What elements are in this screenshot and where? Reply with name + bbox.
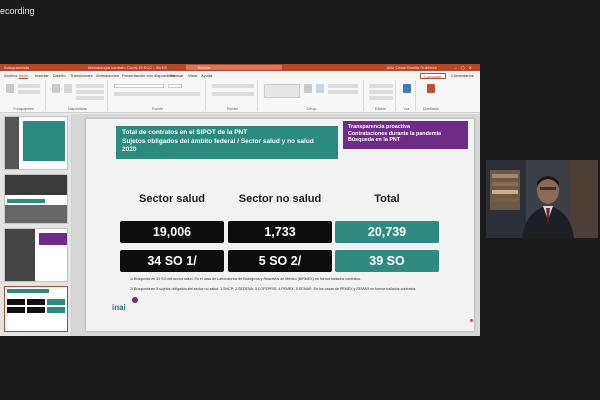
recording-label: ecording — [0, 6, 35, 16]
tab-insertar[interactable]: Insertar — [35, 73, 49, 78]
group-label: Diseñador — [423, 107, 439, 111]
tab-vista[interactable]: Vista — [188, 73, 197, 78]
select-button[interactable] — [369, 96, 393, 100]
group-label: Diapositivas — [68, 107, 87, 111]
slide-thumbnails[interactable] — [0, 114, 72, 336]
webcam-video[interactable] — [486, 160, 598, 238]
count-cell: 34 SO 1/ — [120, 250, 224, 272]
footnote-1: 1/ Búsqueda en 34 SO del sector salud. E… — [130, 277, 362, 281]
user-name[interactable]: Julio César Bonilla Gutiérrez — [386, 65, 437, 70]
laser-pointer-icon — [470, 319, 473, 322]
inai-logo: inai — [108, 297, 144, 317]
dictate-icon[interactable] — [403, 84, 411, 93]
meeting-screen: ecording Autoguardado Metodología contra… — [0, 0, 600, 400]
tab-transiciones[interactable]: Transiciones — [70, 73, 93, 78]
recording-indicator: ecording — [0, 4, 35, 18]
reuse-slides-icon[interactable] — [64, 84, 72, 93]
quick-styles-icon[interactable] — [316, 84, 324, 93]
window-controls[interactable]: –▢✕ — [455, 65, 476, 70]
value-cell: 19,006 — [120, 221, 224, 243]
group-fuente: Fuente — [110, 80, 206, 111]
group-disenador: Diseñador — [418, 80, 444, 111]
replace-button[interactable] — [369, 90, 393, 94]
group-edicion: Edición — [366, 80, 396, 111]
arrange-icon[interactable] — [304, 84, 312, 93]
slide-title-line3: 2020 — [122, 146, 137, 153]
group-parrafo: Párrafo — [208, 80, 258, 111]
group-label: Párrafo — [226, 107, 239, 111]
designer-icon[interactable] — [427, 84, 435, 93]
group-label: Dibujo — [306, 107, 317, 111]
font-size-select[interactable] — [168, 84, 182, 88]
slide-thumbnail[interactable] — [4, 174, 68, 224]
copy-button[interactable] — [18, 90, 40, 94]
reset-button[interactable] — [76, 90, 104, 94]
side-line3: Búsqueda en la PNT — [348, 137, 401, 143]
slide-title-box: Total de contratos en el SIPOT de la PNT… — [116, 126, 338, 159]
autosave-label[interactable]: Autoguardado — [4, 65, 29, 70]
align-buttons[interactable] — [212, 92, 254, 96]
search-input[interactable]: Buscar — [186, 65, 282, 70]
title-bar: Autoguardado Metodología contrato Covid-… — [0, 64, 480, 71]
shapes-gallery[interactable] — [264, 84, 300, 98]
group-label: Voz — [403, 107, 410, 111]
group-label: Fuente — [152, 107, 163, 111]
value-cell: 20,739 — [335, 221, 439, 243]
count-cell: 5 SO 2/ — [228, 250, 332, 272]
tab-revisar[interactable]: Revisar — [170, 73, 184, 78]
column-header-sector-salud: Sector salud — [138, 193, 206, 205]
tab-presentacion[interactable]: Presentación con diapositivas — [122, 73, 175, 78]
webcam-person-image — [486, 160, 598, 238]
group-dibujo: Dibujo — [260, 80, 364, 111]
tab-ayuda[interactable]: Ayuda — [201, 73, 212, 78]
shape-outline-button[interactable] — [328, 90, 358, 94]
group-portapapeles: Portapapeles — [2, 80, 46, 111]
tab-animaciones[interactable]: Animaciones — [96, 73, 119, 78]
column-header-sector-no-salud: Sector no salud — [238, 193, 322, 205]
tab-diseno[interactable]: Diseño — [53, 73, 65, 78]
powerpoint-window: Autoguardado Metodología contrato Covid-… — [0, 64, 480, 336]
section-button[interactable] — [76, 96, 104, 100]
logo-mark-icon — [132, 297, 138, 303]
value-cell: 1,733 — [228, 221, 332, 243]
count-cell: 39 SO — [335, 250, 439, 272]
slide-title-line1: Total de contratos en el SIPOT de la PNT — [122, 129, 248, 136]
group-diapositivas: Diapositivas — [48, 80, 108, 111]
list-buttons[interactable] — [212, 84, 254, 88]
current-slide[interactable]: Total de contratos en el SIPOT de la PNT… — [86, 119, 474, 331]
slide-thumbnail-selected[interactable] — [4, 286, 68, 332]
find-button[interactable] — [369, 84, 393, 88]
column-header-total: Total — [374, 193, 400, 205]
footnote-2: 2/ Búsqueda en 5 sujetos obligados del s… — [130, 287, 417, 291]
ribbon-tabs: Archivo Inicio Insertar Diseño Transicio… — [0, 71, 480, 79]
group-label: Portapapeles — [13, 107, 34, 111]
group-label: Edición — [374, 107, 387, 111]
group-voz: Voz — [398, 80, 416, 111]
slide-title-line2: Sujetos obligados del ámbito federal / S… — [122, 137, 314, 145]
new-slide-icon[interactable] — [52, 84, 60, 93]
ribbon-toolbar: Portapapeles Diapositivas Fuente Párrafo — [0, 79, 480, 113]
document-title: Metodología contrato Covid-19 SCC - 30/1… — [88, 65, 167, 70]
side-info-box: Transparencia proactiva Contrataciones d… — [343, 121, 468, 149]
slide-thumbnail[interactable] — [4, 116, 68, 170]
logo-text: inai — [112, 303, 126, 312]
font-name-select[interactable] — [114, 84, 164, 88]
shape-fill-button[interactable] — [328, 84, 358, 88]
cut-button[interactable] — [18, 84, 40, 88]
paste-icon[interactable] — [6, 84, 14, 93]
slide-thumbnail[interactable] — [4, 228, 68, 282]
tab-archivo[interactable]: Archivo — [4, 73, 17, 78]
slide-canvas: Total de contratos en el SIPOT de la PNT… — [72, 114, 480, 336]
font-format-buttons[interactable] — [114, 92, 200, 96]
layout-button[interactable] — [76, 84, 104, 88]
